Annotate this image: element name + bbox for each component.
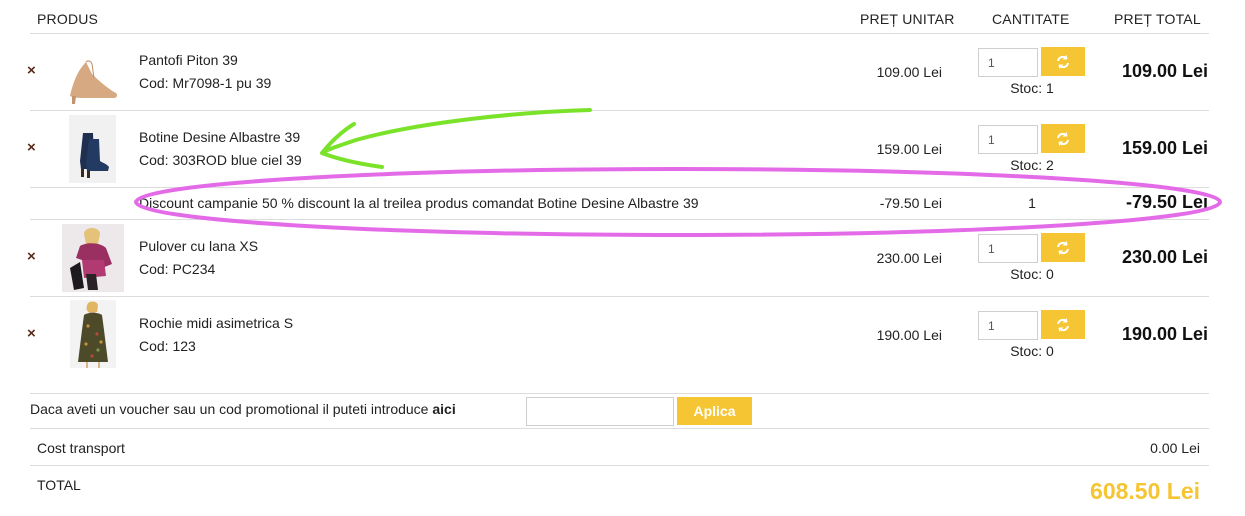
model-in-floral-dress-icon <box>70 300 116 368</box>
navy-ankle-boots-icon <box>69 115 116 183</box>
remove-item-button[interactable]: × <box>27 139 36 156</box>
header-product: PRODUS <box>37 11 99 27</box>
quantity-input[interactable] <box>978 48 1038 77</box>
stock-label: Stoc: 1 <box>1010 80 1054 96</box>
product-code: Cod: Mr7098-1 pu 39 <box>139 75 272 91</box>
voucher-text-bold: aici <box>432 401 456 417</box>
product-name[interactable]: Pantofi Piton 39 <box>139 52 238 68</box>
model-in-sweater-icon <box>62 224 124 292</box>
refresh-icon <box>1057 317 1069 332</box>
apply-voucher-button[interactable]: Aplica <box>677 397 752 425</box>
product-code: Cod: PC234 <box>139 261 216 277</box>
total-price: 230.00 Lei <box>1121 247 1208 267</box>
divider <box>30 33 1209 34</box>
total-label: TOTAL <box>37 477 81 493</box>
header-quantity: CANTITATE <box>992 11 1070 27</box>
grand-total-value: 608.50 Lei <box>1090 478 1200 504</box>
refresh-quantity-button[interactable] <box>1041 124 1085 153</box>
discount-total: -79.50 Lei <box>1125 192 1208 212</box>
unit-price: 190.00 Lei <box>876 327 942 343</box>
divider <box>30 465 1209 466</box>
remove-item-button[interactable]: × <box>27 248 36 265</box>
remove-item-button[interactable]: × <box>27 325 36 342</box>
discount-label: Discount campanie 50 % discount la al tr… <box>139 195 699 211</box>
stock-label: Stoc: 0 <box>1010 266 1054 282</box>
refresh-quantity-button[interactable] <box>1041 47 1085 76</box>
unit-price: 230.00 Lei <box>876 250 942 266</box>
divider <box>30 393 1209 394</box>
nude-stiletto-pump-icon <box>64 38 120 106</box>
divider <box>30 428 1209 429</box>
voucher-text: Daca aveti un voucher sau un cod promoti… <box>30 401 433 417</box>
quantity-input[interactable] <box>978 125 1038 154</box>
quantity-input[interactable] <box>978 311 1038 340</box>
product-code: Cod: 303ROD blue ciel 39 <box>139 152 302 168</box>
shipping-label: Cost transport <box>37 440 125 456</box>
header-unit-price: PREȚ UNITAR <box>860 11 955 27</box>
total-price: 190.00 Lei <box>1121 324 1208 344</box>
voucher-prompt: Daca aveti un voucher sau un cod promoti… <box>30 401 456 417</box>
annotation-arrow <box>320 108 592 169</box>
divider <box>30 187 1209 188</box>
stock-label: Stoc: 0 <box>1010 343 1054 359</box>
refresh-quantity-button[interactable] <box>1041 310 1085 339</box>
total-price: 159.00 Lei <box>1121 138 1208 158</box>
refresh-icon <box>1057 240 1069 255</box>
refresh-quantity-button[interactable] <box>1041 233 1085 262</box>
remove-item-button[interactable]: × <box>27 62 36 79</box>
refresh-icon <box>1057 131 1069 146</box>
divider <box>30 110 1209 111</box>
header-total-price: PREȚ TOTAL <box>1114 11 1201 27</box>
stock-label: Stoc: 2 <box>1010 157 1054 173</box>
divider <box>30 219 1209 220</box>
product-name[interactable]: Rochie midi asimetrica S <box>139 315 293 331</box>
product-name[interactable]: Pulover cu lana XS <box>139 238 258 254</box>
shipping-value: 0.00 Lei <box>1150 440 1200 456</box>
product-name[interactable]: Botine Desine Albastre 39 <box>139 129 300 145</box>
total-price: 109.00 Lei <box>1121 61 1208 81</box>
divider <box>30 296 1209 297</box>
refresh-icon <box>1057 54 1069 69</box>
unit-price: 159.00 Lei <box>876 141 942 157</box>
product-code: Cod: 123 <box>139 338 196 354</box>
voucher-input[interactable] <box>526 397 674 426</box>
discount-quantity: 1 <box>1028 195 1036 211</box>
quantity-input[interactable] <box>978 234 1038 263</box>
unit-price: 109.00 Lei <box>876 64 942 80</box>
discount-unit-price: -79.50 Lei <box>879 195 942 211</box>
